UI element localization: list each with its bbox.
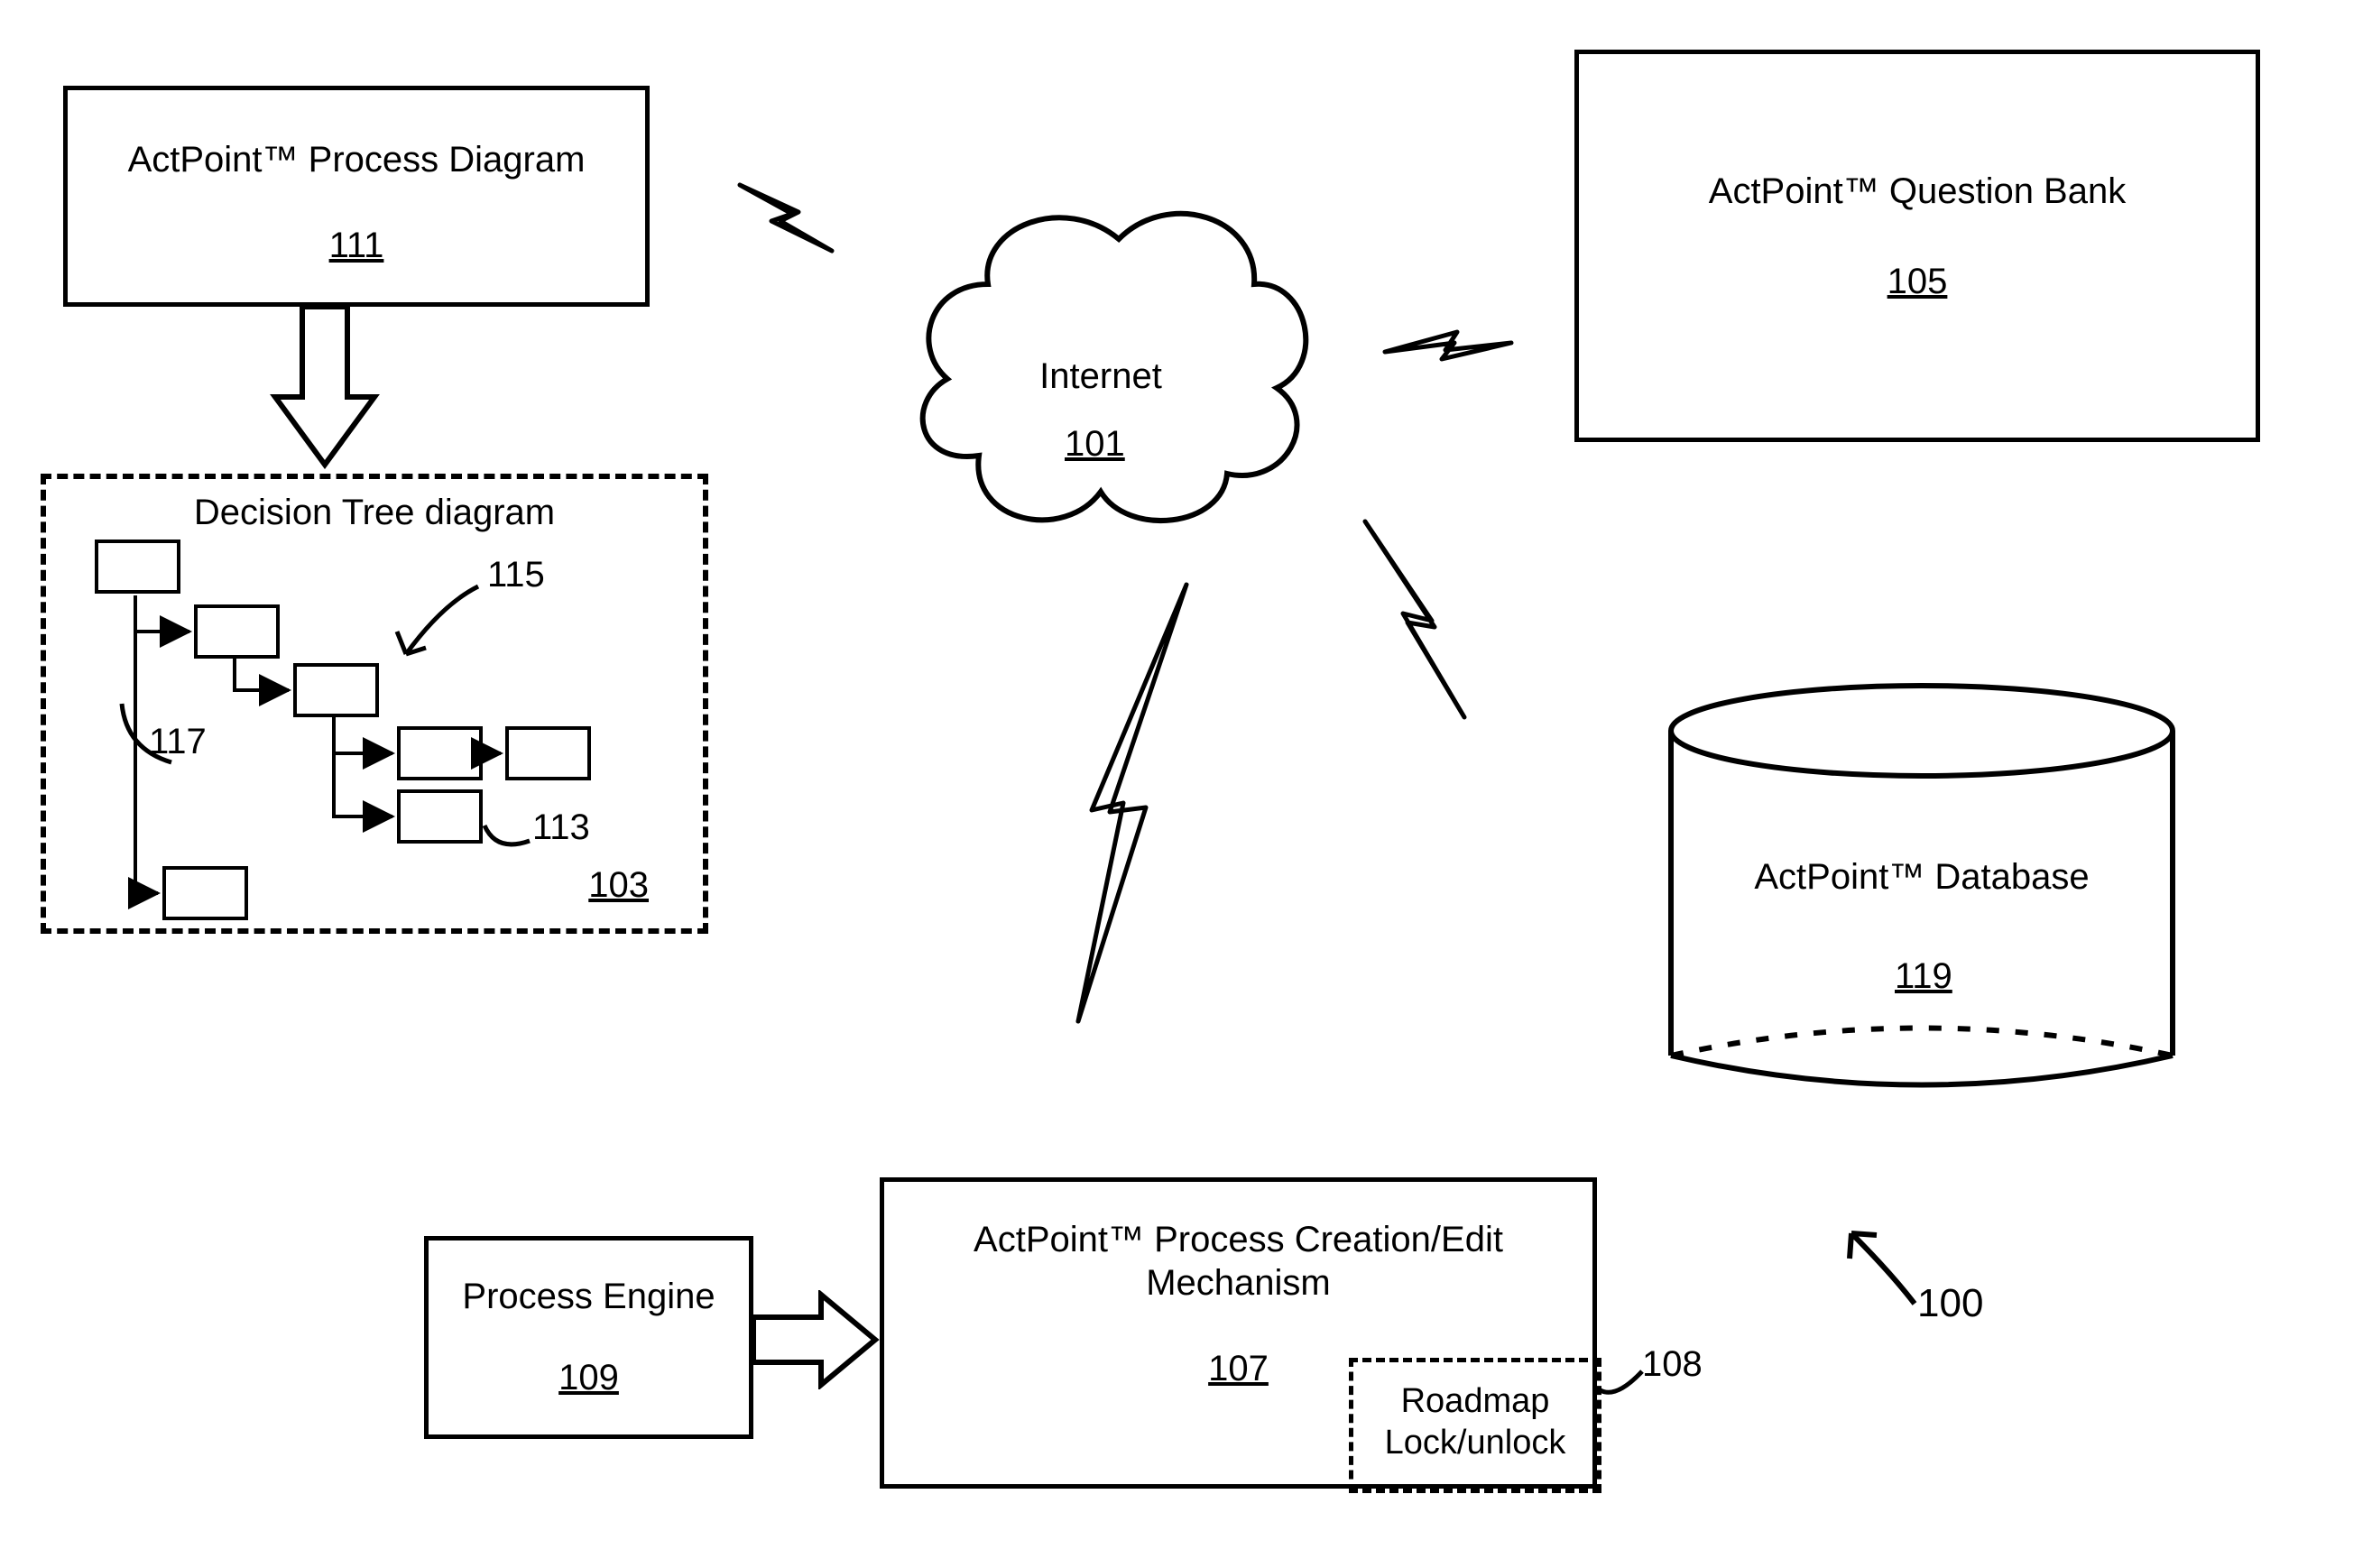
node-question-bank-ref: 105 <box>1579 262 2256 302</box>
node-creation-mechanism-label: ActPoint™ Process Creation/Edit Mechanis… <box>919 1218 1557 1305</box>
internet-label: Internet <box>1024 356 1177 397</box>
database-ref: 119 <box>1895 956 1952 997</box>
node-question-bank-label: ActPoint™ Question Bank <box>1579 171 2256 212</box>
node-roadmap-lock: Roadmap Lock/unlock <box>1349 1358 1601 1493</box>
callout-108-arrow <box>1597 1362 1647 1403</box>
callout-113-arrow <box>483 821 532 853</box>
callout-100: 100 <box>1917 1281 1983 1326</box>
node-process-diagram: ActPoint™ Process Diagram 111 <box>63 86 650 307</box>
node-question-bank: ActPoint™ Question Bank 105 <box>1574 50 2260 442</box>
internet-ref: 101 <box>1065 424 1125 465</box>
node-process-engine-ref: 109 <box>429 1358 749 1398</box>
bolt-icon <box>1380 316 1516 379</box>
node-process-engine-label: Process Engine <box>429 1277 749 1317</box>
node-process-engine: Process Engine 109 <box>424 1236 753 1439</box>
callout-113: 113 <box>532 807 590 848</box>
callout-115: 115 <box>487 555 545 595</box>
callout-117: 117 <box>149 722 207 762</box>
block-arrow-right-icon <box>753 1290 880 1389</box>
callout-108: 108 <box>1642 1344 1703 1385</box>
node-roadmap-lock-label: Roadmap Lock/unlock <box>1353 1380 1597 1463</box>
callout-100-arrow <box>1841 1222 1922 1308</box>
callout-115-arrow <box>388 577 487 668</box>
node-process-diagram-label: ActPoint™ Process Diagram <box>68 140 645 180</box>
block-arrow-down-icon <box>266 307 383 469</box>
bolt-icon <box>1349 514 1475 722</box>
node-process-diagram-ref: 111 <box>68 226 645 266</box>
bolt-icon <box>731 162 839 271</box>
bolt-icon <box>1056 577 1227 1028</box>
database-label: ActPoint™ Database <box>1746 857 2098 898</box>
